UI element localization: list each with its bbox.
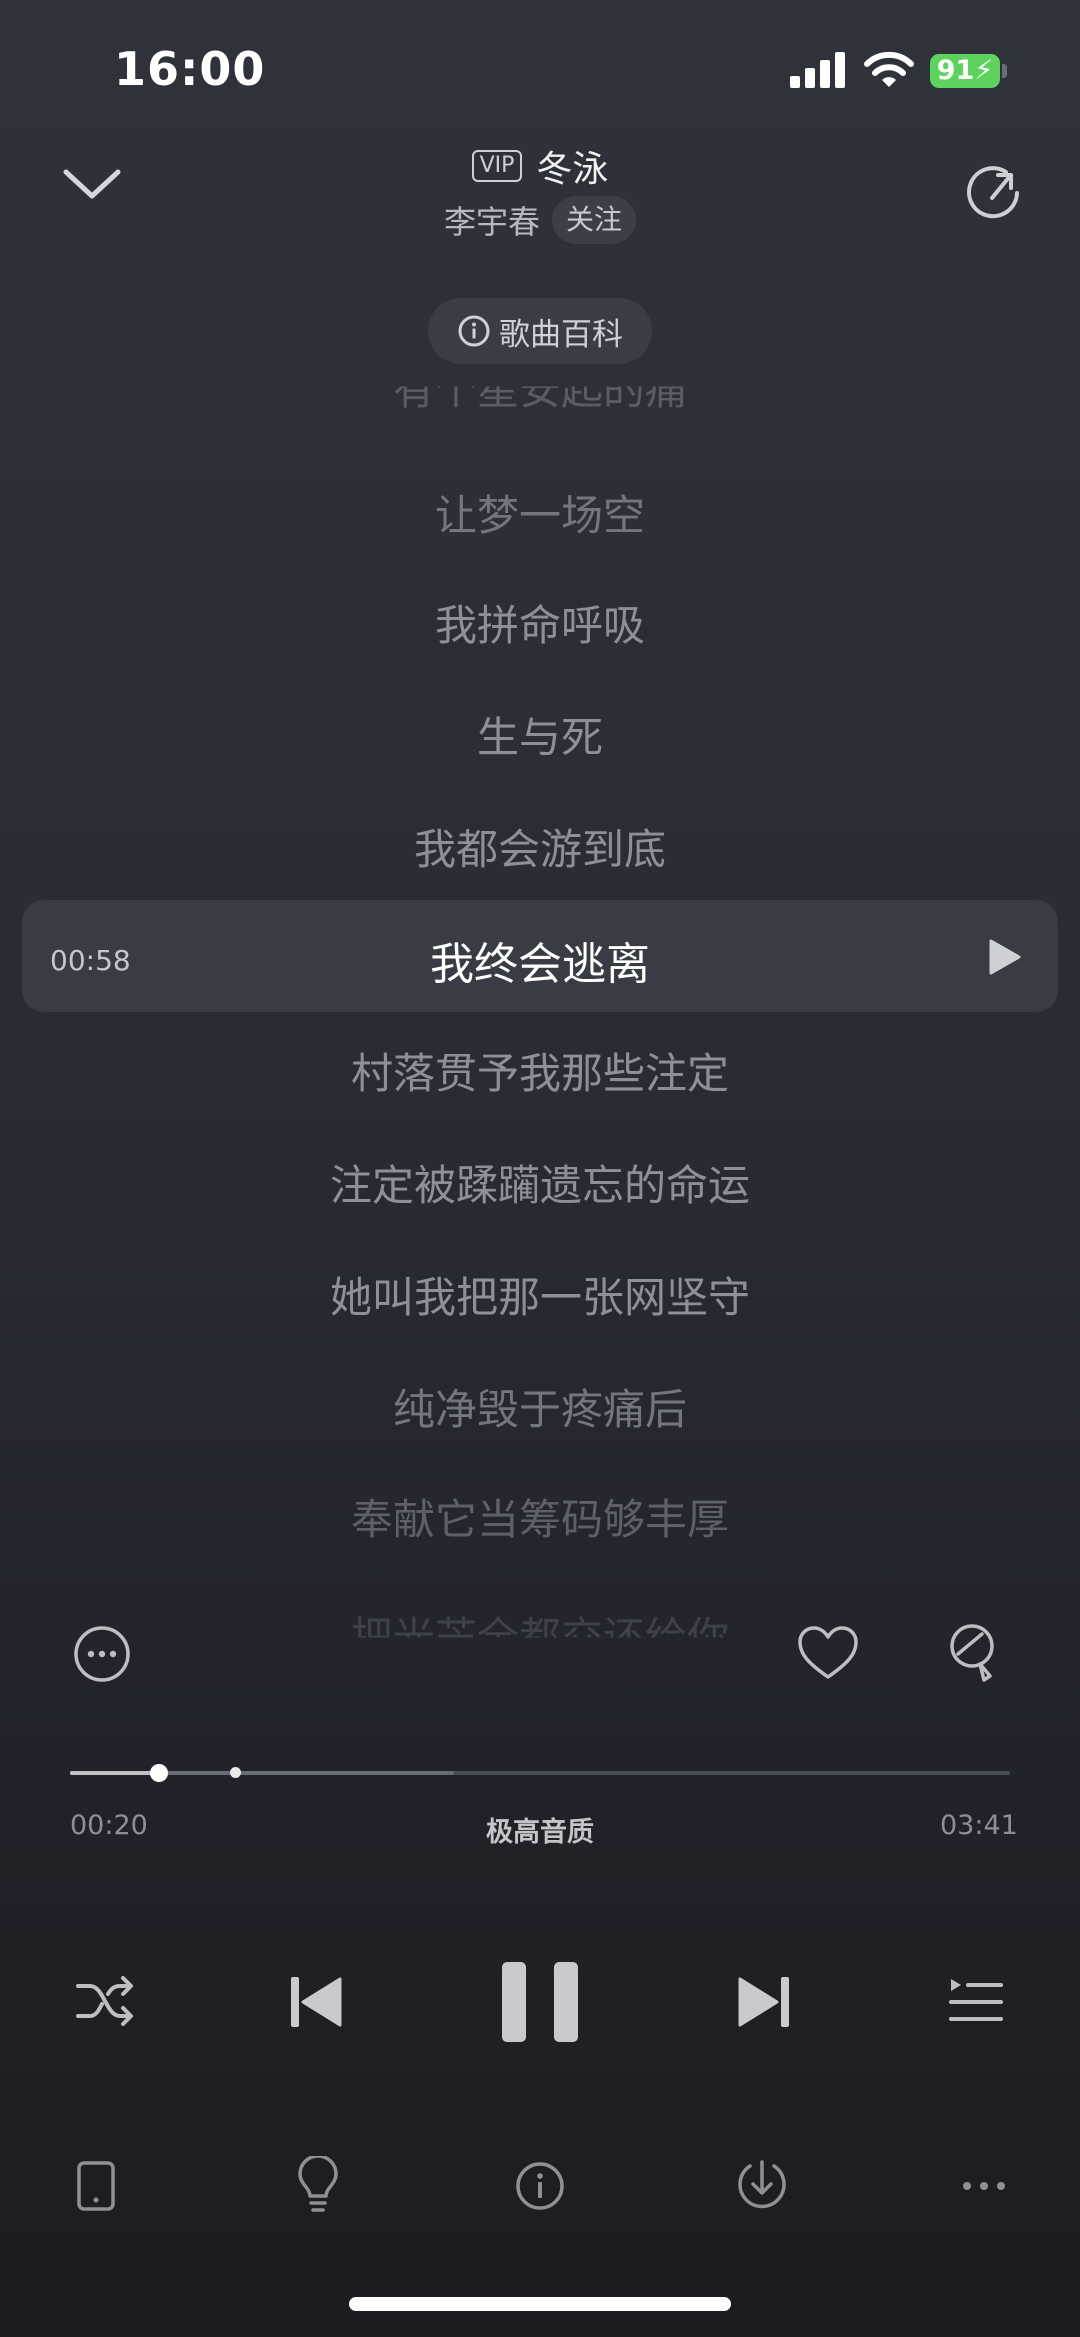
lyric-line: 生与死 (476, 713, 603, 762)
total-time: 03:41 (940, 1810, 1018, 1841)
lightbulb-icon[interactable] (296, 2156, 340, 2214)
lyrics-view[interactable]: 有个星安起的痛 让梦一场空 我拼命呼吸 生与死 我都会游到底 00:58 我终会… (0, 380, 1080, 1638)
artist-row: 李宇春 关注 (0, 196, 1080, 244)
info-icon[interactable] (514, 2160, 566, 2212)
audio-quality-button[interactable]: 极高音质 (0, 1810, 1080, 1849)
lyric-line: 奉献它当筹码够丰厚 (350, 1495, 729, 1544)
current-lyric-line: 我终会逃离 (430, 939, 650, 990)
skip-previous-icon[interactable] (288, 1974, 344, 2030)
song-wiki-button[interactable]: 歌曲百科 (428, 298, 652, 364)
phone-device-icon[interactable] (76, 2160, 116, 2212)
song-title: 冬泳 (536, 149, 609, 190)
progress-slider[interactable] (70, 1764, 1010, 1782)
lyric-line: 她叫我把那一张网坚守 (329, 1273, 750, 1322)
climax-marker[interactable] (229, 1767, 241, 1778)
wifi-icon (864, 51, 914, 87)
shuffle-icon[interactable] (74, 1972, 136, 2030)
progress-handle[interactable] (150, 1764, 169, 1782)
progress-played (70, 1771, 160, 1775)
info-icon (458, 315, 490, 347)
battery-indicator: 91⚡ (930, 54, 1000, 88)
lyric-line: 把光芒全都交还给你 (350, 1613, 729, 1662)
heart-icon[interactable] (796, 1624, 860, 1682)
lyric-line: 我都会游到底 (413, 825, 666, 874)
battery-cap (1002, 64, 1007, 78)
comment-icon[interactable] (946, 1622, 1002, 1686)
home-indicator[interactable] (349, 2297, 731, 2311)
follow-button[interactable]: 关注 (552, 196, 637, 244)
playlist-icon[interactable] (948, 1976, 1004, 2026)
more-dots-icon[interactable] (962, 2180, 1006, 2192)
song-title-row: VIP 冬泳 (0, 140, 1080, 192)
status-time: 16:00 (114, 42, 266, 96)
pause-icon[interactable] (498, 1958, 582, 2046)
artist-name[interactable]: 李宇春 (444, 203, 540, 241)
more-circle-icon[interactable] (72, 1624, 132, 1684)
lyric-line: 我拼命呼吸 (434, 601, 645, 650)
lyric-line: 注定被蹂躏遗忘的命运 (329, 1161, 750, 1210)
lyric-line: 村落贯予我那些注定 (350, 1049, 729, 1098)
lyric-line: 有个星安起的痛 (392, 365, 687, 415)
lyric-line: 让梦一场空 (434, 491, 645, 540)
lyric-line: 纯净毁于疼痛后 (392, 1385, 687, 1434)
vip-badge: VIP (471, 150, 523, 182)
skip-next-icon[interactable] (736, 1974, 792, 2030)
cellular-signal-icon (790, 52, 846, 88)
song-wiki-label: 歌曲百科 (499, 316, 623, 353)
download-icon[interactable] (736, 2158, 788, 2212)
play-from-line-icon[interactable] (988, 938, 1022, 976)
